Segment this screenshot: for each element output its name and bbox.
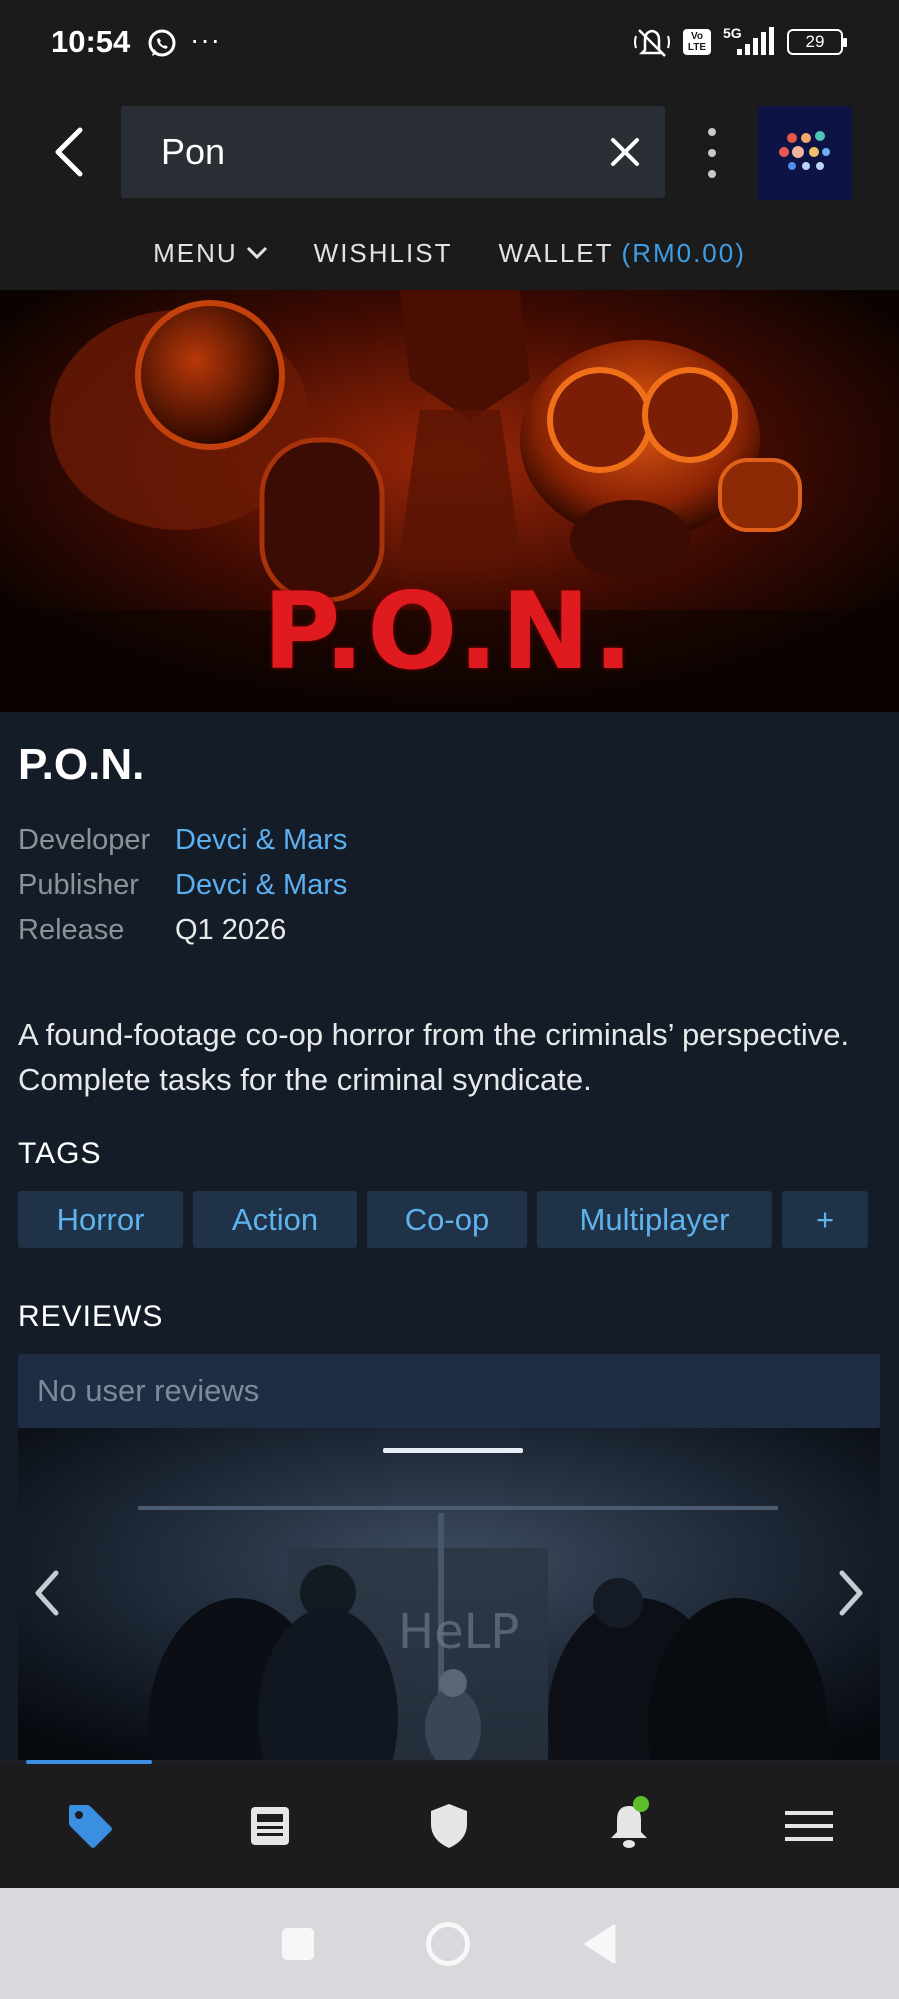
search-bar[interactable] <box>121 106 665 198</box>
system-back-icon[interactable] <box>582 1924 618 1964</box>
tags-heading: TAGS <box>18 1137 102 1170</box>
search-input[interactable] <box>161 106 581 198</box>
status-bar: 10:54 ··· Vo LTE 5G 29 <box>0 0 899 88</box>
tag-list: Horror Action Co-op Multiplayer + <box>18 1191 868 1248</box>
store-tag-icon <box>68 1805 112 1848</box>
game-logo-text: P.O.N. <box>262 570 637 693</box>
tab-menu[interactable] <box>719 1764 899 1888</box>
news-icon <box>250 1807 289 1845</box>
carousel-next-icon[interactable] <box>832 1553 872 1633</box>
screenshot-carousel[interactable]: HeLP <box>18 1428 880 1762</box>
tag-more-button[interactable]: + <box>782 1191 868 1248</box>
avatar-dots-icon <box>779 131 830 170</box>
back-arrow-icon[interactable] <box>50 124 92 180</box>
store-subnav: MENU WISHLIST WALLET (RM0.00) <box>0 228 899 278</box>
game-meta: Developer Devci & Mars Publisher Devci &… <box>18 818 347 953</box>
game-description: A found-footage co-op horror from the cr… <box>18 1017 850 1097</box>
status-more-dots: ··· <box>190 24 221 55</box>
game-hero-banner: P.O.N. <box>0 290 899 712</box>
status-time: 10:54 <box>51 24 131 59</box>
bottom-tab-bar <box>0 1764 899 1888</box>
release-label: Release <box>18 914 125 946</box>
release-value: Q1 2026 <box>175 914 287 946</box>
recent-apps-icon[interactable] <box>281 1927 314 1960</box>
developer-label: Developer <box>18 824 151 856</box>
publisher-row: Publisher Devci & Mars <box>18 863 347 908</box>
game-screenshot-image: HeLP <box>18 1428 880 1762</box>
tag-co-op[interactable]: Co-op <box>367 1191 527 1248</box>
clear-search-icon[interactable] <box>607 134 643 170</box>
wishlist-link[interactable]: WISHLIST <box>314 228 453 278</box>
reviews-heading: REVIEWS <box>18 1300 164 1333</box>
top-navigation: MENU WISHLIST WALLET (RM0.00) <box>0 88 899 290</box>
shield-icon <box>431 1804 468 1848</box>
tab-security[interactable] <box>360 1764 540 1888</box>
developer-row: Developer Devci & Mars <box>18 818 347 863</box>
tab-notifications[interactable] <box>539 1764 719 1888</box>
carousel-prev-icon[interactable] <box>26 1553 66 1633</box>
wallet-link[interactable]: WALLET (RM0.00) <box>498 228 745 278</box>
release-row: Release Q1 2026 <box>18 908 347 953</box>
menu-dropdown[interactable]: MENU <box>153 228 268 278</box>
tag-action[interactable]: Action <box>193 1191 357 1248</box>
battery-icon: 29 <box>787 29 847 55</box>
tag-multiplayer[interactable]: Multiplayer <box>537 1191 772 1248</box>
tab-store[interactable] <box>0 1764 180 1888</box>
publisher-label: Publisher <box>18 869 139 901</box>
hamburger-menu-icon <box>785 1811 834 1841</box>
home-icon[interactable] <box>425 1921 470 1966</box>
avatar[interactable] <box>758 106 852 200</box>
mute-icon <box>634 29 670 57</box>
whatsapp-icon <box>148 29 176 57</box>
reviews-summary: No user reviews <box>18 1354 880 1428</box>
tag-horror[interactable]: Horror <box>18 1191 183 1248</box>
tab-news[interactable] <box>180 1764 360 1888</box>
game-details: P.O.N. Developer Devci & Mars Publisher … <box>0 712 899 1762</box>
more-options-icon[interactable] <box>700 128 724 178</box>
network-type: 5G <box>723 25 742 41</box>
system-navigation-bar <box>0 1888 899 1999</box>
game-title: P.O.N. <box>18 740 145 789</box>
volte-icon: Vo LTE <box>683 29 711 55</box>
wall-graffiti-text: HeLP <box>398 1604 519 1660</box>
chevron-down-icon <box>246 246 267 260</box>
wallet-balance: (RM0.00) <box>621 237 746 268</box>
publisher-link[interactable]: Devci & Mars <box>175 869 347 902</box>
developer-link[interactable]: Devci & Mars <box>175 824 347 857</box>
signal-icon: 5G <box>723 25 775 57</box>
